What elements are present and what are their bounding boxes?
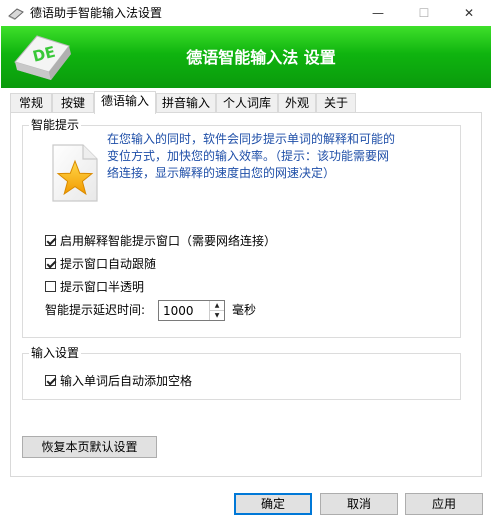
checkbox-label: 启用解释智能提示窗口（需要网络连接）: [60, 233, 277, 248]
ok-button[interactable]: 确定: [234, 493, 312, 515]
banner-title: 德语智能输入法 设置: [186, 48, 336, 67]
tab-pinyin-input[interactable]: 拼音输入: [156, 93, 216, 112]
delay-spinbox[interactable]: 1000 ▲ ▼: [158, 300, 225, 321]
auto-space-checkbox[interactable]: 输入单词后自动添加空格: [45, 372, 192, 388]
checkbox-label: 提示窗口半透明: [60, 279, 145, 294]
spin-up-icon[interactable]: ▲: [210, 301, 224, 311]
checkbox-checked-icon[interactable]: [45, 374, 56, 386]
maximize-button[interactable]: ☐: [401, 0, 447, 26]
checkbox-checked-icon[interactable]: [45, 257, 56, 269]
checkbox-checked-icon[interactable]: [45, 234, 56, 246]
auto-follow-checkbox[interactable]: 提示窗口自动跟随: [45, 255, 156, 271]
cancel-button[interactable]: 取消: [320, 493, 398, 515]
smart-hint-description: 在您输入的同时，软件会同步提示单词的解释和可能的变位方式，加快您的输入效率。（提…: [107, 132, 396, 180]
tab-personal-dictionary[interactable]: 个人词库: [216, 93, 278, 112]
close-button[interactable]: ✕: [446, 0, 492, 26]
spin-down-icon[interactable]: ▼: [210, 311, 224, 320]
tab-german-input[interactable]: 德语输入: [94, 91, 156, 114]
semi-transparent-checkbox[interactable]: 提示窗口半透明: [45, 278, 144, 294]
checkbox-label: 输入单词后自动添加空格: [60, 373, 193, 388]
keyboard-icon: [8, 8, 24, 20]
checkbox-label: 提示窗口自动跟随: [60, 256, 157, 271]
title-bar: 德语助手智能输入法设置 — ☐ ✕: [0, 0, 492, 26]
tab-general[interactable]: 常规: [10, 93, 52, 112]
delay-value[interactable]: 1000: [163, 303, 194, 319]
delay-unit: 毫秒: [232, 303, 257, 317]
spin-buttons: ▲ ▼: [209, 301, 224, 320]
restore-defaults-button[interactable]: 恢复本页默认设置: [22, 436, 157, 458]
input-settings-group-title: 输入设置: [29, 345, 82, 361]
checkbox-unchecked-icon[interactable]: [45, 280, 56, 292]
enable-hint-window-checkbox[interactable]: 启用解释智能提示窗口（需要网络连接）: [45, 232, 276, 248]
tab-about[interactable]: 关于: [316, 93, 356, 112]
smart-hint-group-title: 智能提示: [29, 117, 82, 133]
tab-keys[interactable]: 按键: [52, 93, 94, 112]
minimize-button[interactable]: —: [355, 0, 401, 26]
star-document-icon: [52, 144, 98, 202]
window-title: 德语助手智能输入法设置: [30, 6, 163, 20]
tab-appearance[interactable]: 外观: [278, 93, 316, 112]
apply-button[interactable]: 应用: [405, 493, 483, 515]
header-banner: DE 德语智能输入法 设置: [1, 26, 491, 88]
delay-label: 智能提示延迟时间:: [45, 303, 146, 317]
